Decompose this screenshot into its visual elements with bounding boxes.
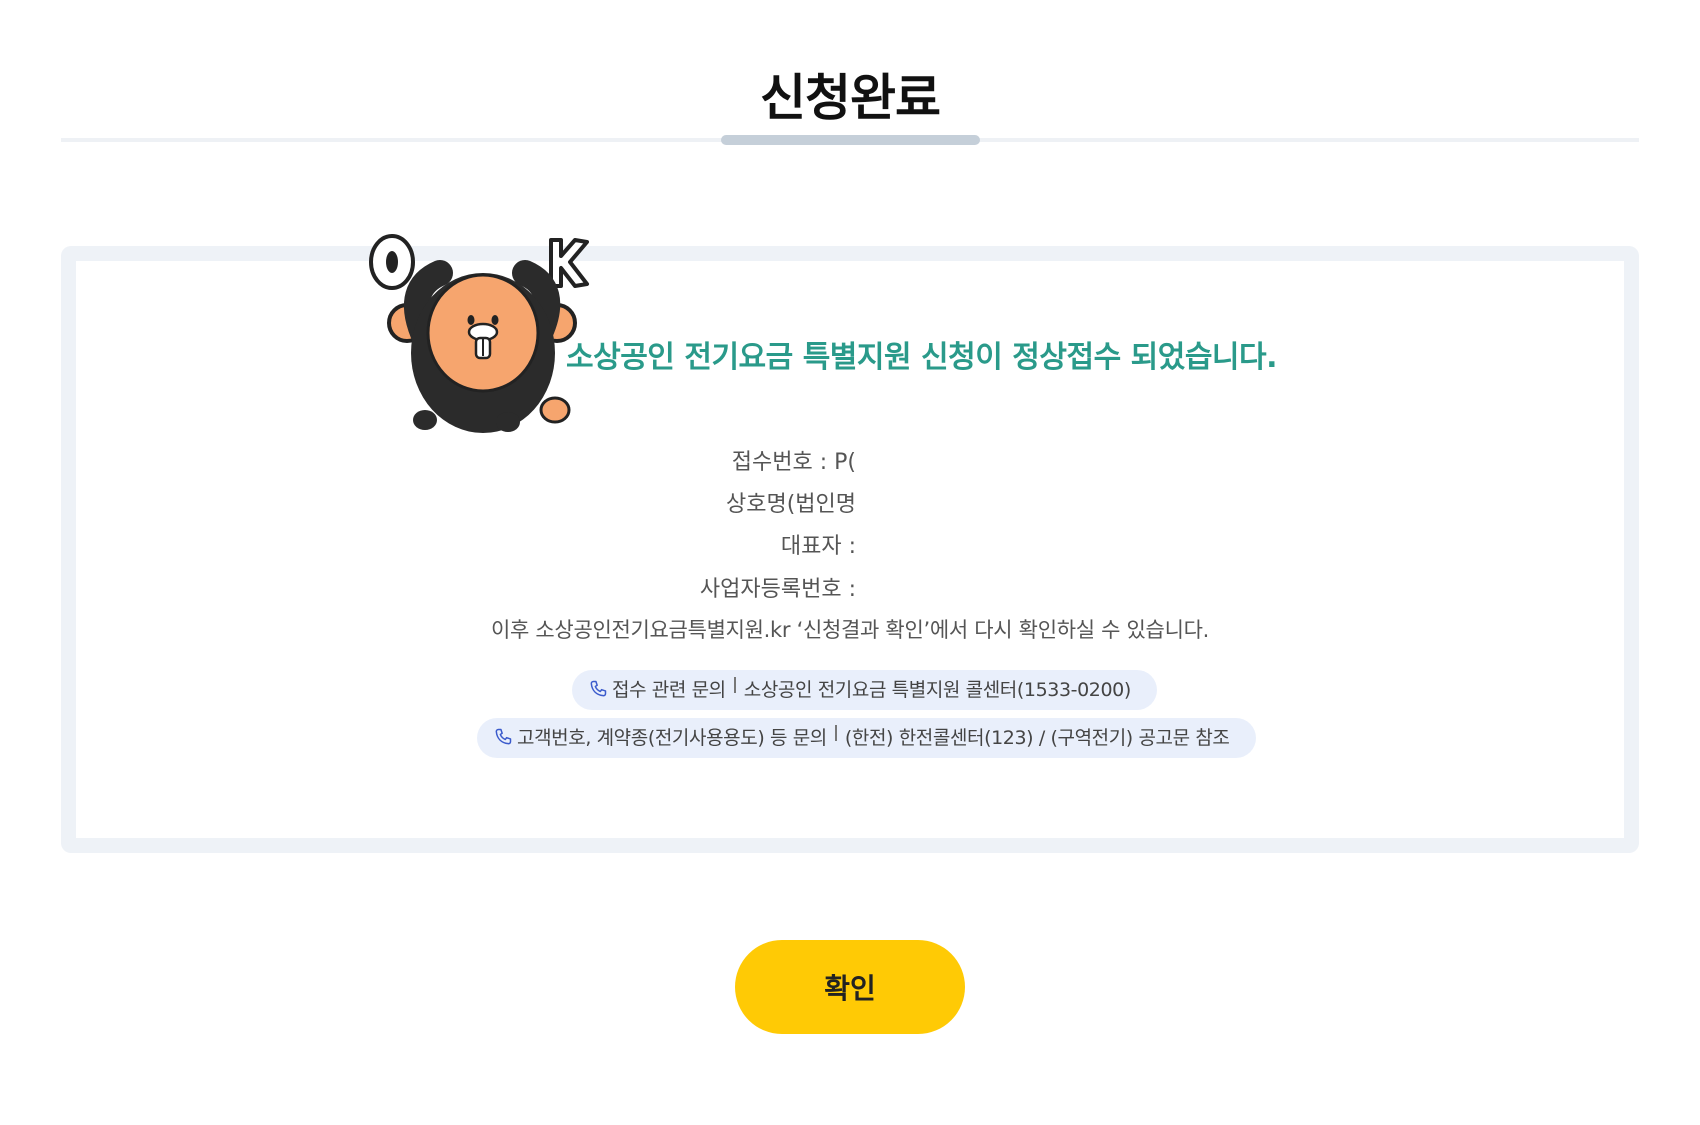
- contact-detail: 소상공인 전기요금 특별지원 콜센터(1533-0200): [743, 679, 1132, 701]
- confirm-button[interactable]: 확인: [735, 940, 965, 1034]
- completion-page: 신청완료 소상공인 전기요금 특별지원 신청이 정상접수 되었습니다. 접수번호…: [0, 0, 1700, 1125]
- contact-topic: 접수 관련 문의: [612, 679, 726, 701]
- receipt-number-line: 접수번호 : P(: [732, 444, 856, 476]
- contact-separator: [733, 676, 736, 693]
- contact-customer-inquiry: 고객번호, 계약종(전기사용용도) 등 문의 (한전) 한전콜센터(123) / …: [477, 718, 1256, 758]
- title-divider-accent: [721, 135, 980, 145]
- business-name-label: 상호명(법인명: [725, 492, 856, 517]
- submission-success-message: 소상공인 전기요금 특별지원 신청이 정상접수 되었습니다.: [566, 340, 1278, 375]
- contact-topic: 고객번호, 계약종(전기사용용도) 등 문의: [517, 727, 827, 749]
- contact-submission-inquiry: 접수 관련 문의 소상공인 전기요금 특별지원 콜센터(1533-0200): [572, 670, 1157, 710]
- page-title: 신청완료: [760, 69, 941, 127]
- ok-letter-o: [369, 234, 415, 290]
- receipt-number-label: 접수번호 : P(: [731, 450, 856, 475]
- contact-detail: (한전) 한전콜센터(123) / (구역전기) 공고문 참조: [844, 727, 1230, 749]
- result-check-note: 이후 소상공인전기요금특별지원.kr ‘신청결과 확인’에서 다시 확인하실 수…: [491, 618, 1209, 642]
- representative-line: 대표자 :: [781, 528, 856, 560]
- contact-separator: [834, 724, 837, 741]
- business-registration-line: 사업자등록번호 :: [700, 571, 856, 603]
- business-name-line: 상호명(법인명: [726, 486, 856, 518]
- phone-icon: [495, 728, 512, 744]
- representative-label: 대표자 :: [780, 534, 856, 559]
- phone-icon: [590, 680, 607, 696]
- business-registration-label: 사업자등록번호 :: [699, 577, 856, 602]
- ok-letter-k: [549, 238, 589, 288]
